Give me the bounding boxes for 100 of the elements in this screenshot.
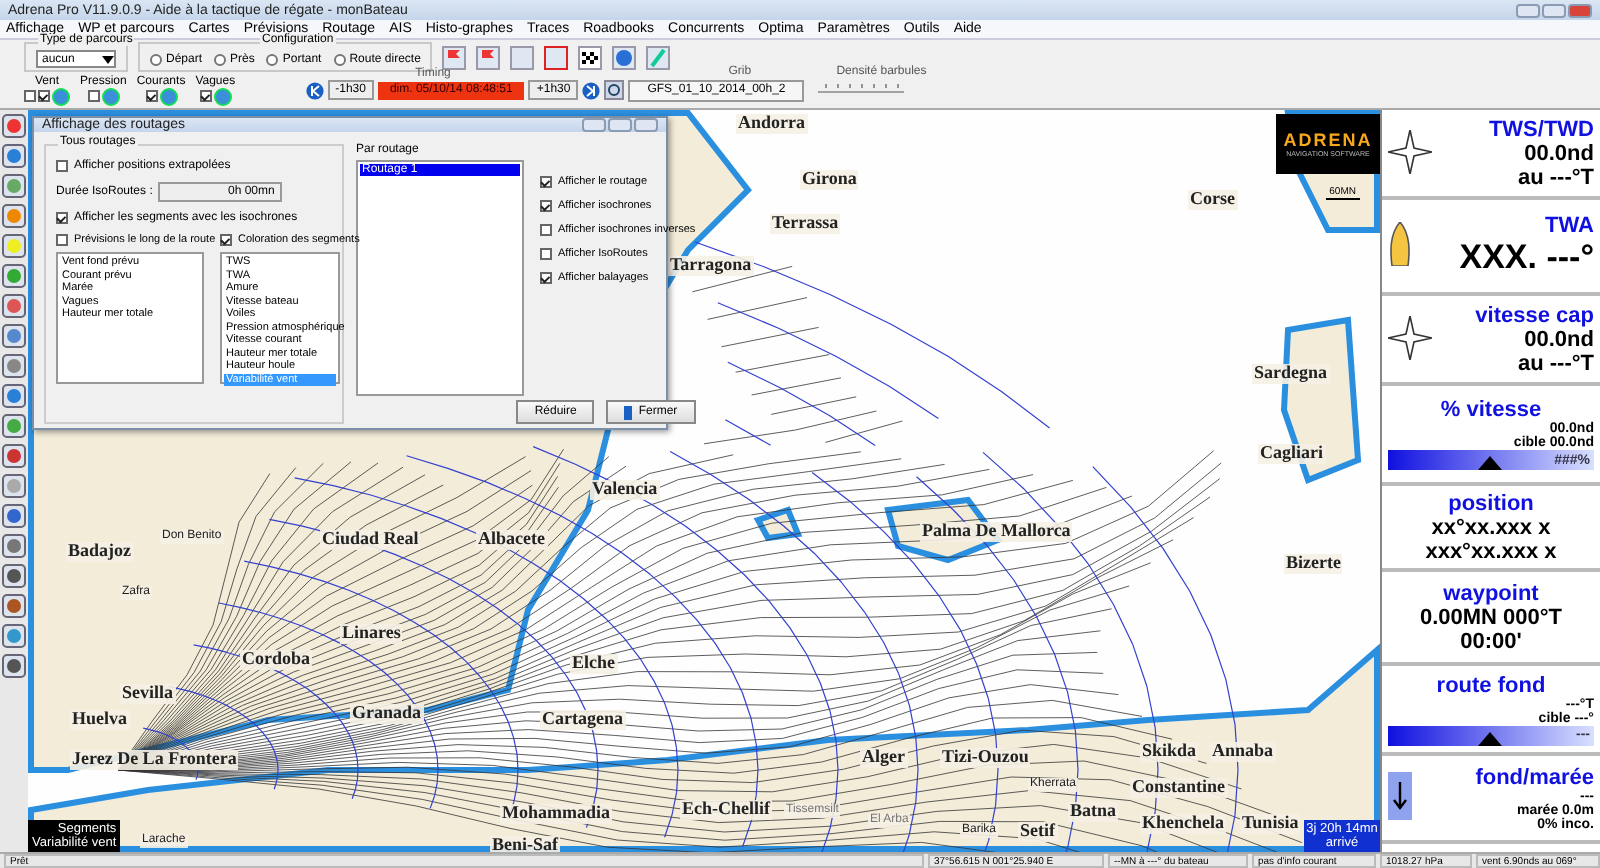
place-label: Valencia bbox=[590, 480, 660, 500]
place-label: Sevilla bbox=[120, 684, 176, 704]
instrument-value: au ---°T bbox=[1517, 351, 1594, 375]
place-label: Mohammadia bbox=[500, 804, 612, 824]
tool-icon[interactable] bbox=[2, 324, 26, 348]
place-label: Badajoz bbox=[66, 542, 133, 562]
tool-icon[interactable] bbox=[2, 414, 26, 438]
logo-name: ADRENA bbox=[1283, 130, 1373, 150]
tool-icon[interactable] bbox=[2, 474, 26, 498]
tool-icon[interactable] bbox=[2, 504, 26, 528]
triangle-marker-icon bbox=[1478, 456, 1503, 470]
instrument-title: TWS/TWD bbox=[1488, 117, 1594, 141]
place-label: Linares bbox=[340, 624, 403, 644]
place-label: Tarragona bbox=[668, 256, 754, 276]
globe-icon[interactable] bbox=[612, 45, 637, 70]
refresh-icon[interactable] bbox=[604, 80, 625, 101]
flag-icon[interactable] bbox=[476, 45, 501, 70]
checkbox[interactable] bbox=[56, 160, 68, 172]
layer-checkbox[interactable] bbox=[199, 90, 212, 103]
instrument-title: route fond bbox=[1436, 673, 1546, 697]
tool-icon[interactable] bbox=[2, 594, 26, 618]
checkbox[interactable] bbox=[56, 234, 68, 246]
place-label: Albacete bbox=[476, 530, 547, 550]
triangle-marker-icon bbox=[1478, 731, 1503, 745]
checkered-flag-icon[interactable] bbox=[578, 45, 603, 70]
tool-icon[interactable] bbox=[2, 444, 26, 468]
instrument-value: XXX. ---° bbox=[1459, 238, 1594, 278]
place-label: Huelva bbox=[70, 710, 130, 730]
place-label: Tunisia bbox=[1240, 814, 1301, 834]
place-label: Khenchela bbox=[1140, 814, 1227, 834]
tool-icon[interactable] bbox=[2, 654, 26, 678]
tool-icon[interactable] bbox=[2, 234, 26, 258]
instrument-title: fond/marée bbox=[1475, 765, 1594, 789]
instrument-title: TWA bbox=[1545, 214, 1594, 238]
compass-rose-icon bbox=[1388, 129, 1432, 173]
place-label: Girona bbox=[800, 170, 859, 190]
instrument-value: xxx°xx.xxx x bbox=[1425, 539, 1557, 563]
layer-checkbox[interactable] bbox=[24, 90, 36, 103]
tool-icon[interactable] bbox=[2, 174, 26, 198]
place-label: Granada bbox=[350, 704, 424, 724]
checkbox[interactable] bbox=[540, 248, 552, 260]
skip-forward-icon[interactable] bbox=[582, 81, 601, 100]
flag-icon[interactable] bbox=[442, 45, 467, 70]
place-label: Cagliari bbox=[1258, 444, 1325, 464]
checkbox[interactable] bbox=[540, 224, 552, 236]
checkbox[interactable] bbox=[220, 234, 232, 246]
instrument-title: waypoint bbox=[1443, 581, 1539, 605]
tool-icon[interactable] bbox=[2, 354, 26, 378]
place-label: Corse bbox=[1188, 190, 1237, 210]
place-label: Elche bbox=[570, 654, 617, 674]
instrument-value: au ---°T bbox=[1517, 165, 1594, 189]
instrument-title: % vitesse bbox=[1440, 398, 1542, 422]
instrument-title: vitesse cap bbox=[1475, 303, 1594, 327]
tool-icon[interactable] bbox=[2, 264, 26, 288]
tool-icon[interactable] bbox=[2, 204, 26, 228]
density-slider-icon[interactable] bbox=[816, 79, 907, 98]
place-label: Alger bbox=[860, 748, 907, 768]
place-label: Jerez De La Frontera bbox=[70, 750, 239, 770]
place-label: Bizerte bbox=[1284, 554, 1343, 574]
place-label: Annaba bbox=[1210, 742, 1276, 762]
instrument-value: 00:00' bbox=[1460, 629, 1522, 653]
checkbox[interactable] bbox=[56, 212, 68, 224]
place-label: Beni-Saf bbox=[490, 836, 561, 852]
layer-checkbox[interactable] bbox=[38, 90, 50, 103]
instrument-value: 0.00MN 000°T bbox=[1419, 605, 1563, 629]
tool-icon[interactable] bbox=[2, 624, 26, 648]
place-label: Ech-Chellif bbox=[680, 800, 772, 820]
tool-icon[interactable] bbox=[2, 384, 26, 408]
close-button[interactable] bbox=[1568, 3, 1592, 17]
tool-icon[interactable] bbox=[2, 534, 26, 558]
instrument-value: 00.0nd bbox=[1524, 327, 1594, 351]
place-label: Batna bbox=[1068, 802, 1119, 822]
globe-icon bbox=[101, 87, 120, 106]
place-label: Skikda bbox=[1140, 742, 1199, 762]
checkbox[interactable] bbox=[540, 176, 552, 188]
layer-checkbox[interactable] bbox=[87, 90, 100, 103]
checkbox[interactable] bbox=[540, 200, 552, 212]
place-label: Cordoba bbox=[240, 650, 313, 670]
instrument-value: 00.0nd bbox=[1524, 141, 1594, 165]
checkbox[interactable] bbox=[540, 272, 552, 284]
place-label: Palma De Mallorca bbox=[920, 522, 1073, 542]
tool-icon[interactable] bbox=[2, 564, 26, 588]
globe-icon bbox=[159, 87, 178, 106]
tool-icon[interactable] bbox=[2, 294, 26, 318]
place-label: Terrassa bbox=[770, 214, 841, 234]
place-label: Tizi-Ouzou bbox=[940, 748, 1031, 768]
place-label: Setif bbox=[1018, 822, 1057, 842]
layer-checkbox[interactable] bbox=[145, 90, 158, 103]
compass-rose-icon bbox=[1388, 315, 1432, 359]
dropdown-caret-icon bbox=[102, 55, 114, 64]
tool-icon[interactable] bbox=[2, 114, 26, 138]
tool-icon[interactable] bbox=[2, 144, 26, 168]
globe-icon bbox=[52, 87, 70, 106]
sailboat-hull-icon bbox=[1388, 222, 1412, 266]
skip-back-icon[interactable] bbox=[305, 81, 324, 100]
instrument-title: position bbox=[1448, 491, 1534, 515]
place-label: Sardegna bbox=[1252, 364, 1330, 384]
place-label: Constantine bbox=[1130, 778, 1228, 798]
place-label: Ciudad Real bbox=[320, 530, 421, 550]
blank-square-icon[interactable] bbox=[510, 45, 535, 70]
